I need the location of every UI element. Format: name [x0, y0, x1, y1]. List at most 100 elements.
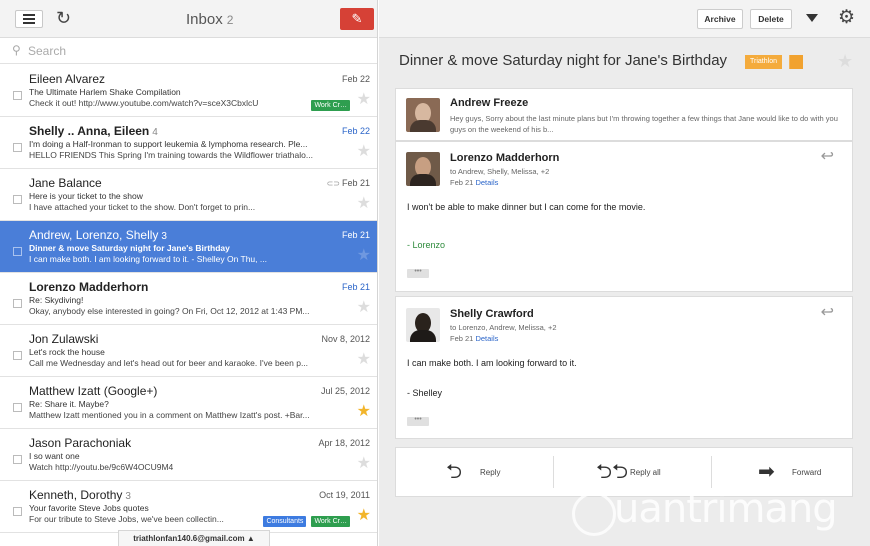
reply-label: Reply: [480, 468, 501, 477]
reply-icon: ⮌: [446, 461, 463, 483]
thread-count: 3: [161, 231, 167, 242]
inbox-unread-count: 2: [226, 13, 234, 27]
star-icon[interactable]: ★: [357, 456, 371, 472]
list-item[interactable]: Matthew Izatt (Google+) Jul 25, 2012 Re: S…: [0, 377, 377, 429]
select-checkbox[interactable]: [13, 247, 22, 256]
select-checkbox[interactable]: [13, 91, 22, 100]
star-icon[interactable]: ★: [357, 92, 371, 108]
message-date: Feb 22: [341, 74, 370, 84]
star-icon[interactable]: ★: [357, 352, 371, 368]
thread-count: 3: [125, 491, 131, 502]
message-body: I can make both. I am looking forward to…: [407, 358, 577, 368]
reply-all-label: Reply all: [630, 468, 661, 477]
star-icon[interactable]: ★: [357, 404, 371, 420]
search-icon: ⚲: [12, 43, 21, 57]
gear-icon[interactable]: ⚙: [838, 8, 855, 27]
message-subject: Let's rock the house: [29, 347, 105, 357]
list-item[interactable]: Lorenzo Madderhorn Feb 21 Re: Skydiving! Ok…: [0, 273, 377, 325]
list-item[interactable]: Shelly .. Anna, Eileen 4 Feb 22 I'm doing a…: [0, 117, 377, 169]
message-snippet: Hey guys, Sorry about the last minute pl…: [450, 114, 838, 134]
recipients: to Lorenzo, Andrew, Melissa, +2: [450, 323, 557, 332]
recipients: to Andrew, Shelly, Melissa, +2: [450, 167, 550, 176]
sender-name: Eileen Alvarez: [29, 72, 106, 86]
conversation-label[interactable]: Triathlon: [745, 55, 782, 69]
menu-icon[interactable]: [15, 10, 43, 28]
conversation-title: Dinner & move Saturday night for Jane's …: [399, 52, 728, 69]
message-list-pane: ↻ Inbox 2 ✎ ⚲ Search Eileen Alvarez Feb 22…: [0, 0, 378, 546]
star-icon[interactable]: ★: [357, 508, 371, 524]
collapsed-message[interactable]: Andrew Freeze Hey guys, Sorry about the …: [395, 88, 853, 141]
message-date: ⊂⊃ Feb 21: [326, 178, 370, 188]
select-checkbox[interactable]: [13, 351, 22, 360]
select-checkbox[interactable]: [13, 507, 22, 516]
list-item[interactable]: Jason Parachoniak Apr 18, 2012 I so want o…: [0, 429, 377, 481]
list-item[interactable]: Kenneth, Dorothy 3 Oct 19, 2011 Your favori…: [0, 481, 377, 533]
sender-name: Kenneth, Dorothy 3: [29, 488, 131, 502]
details-link[interactable]: Details: [475, 178, 498, 187]
avatar: [406, 308, 440, 342]
message-date: Nov 8, 2012: [321, 334, 370, 344]
list-item[interactable]: Jane Balance ⊂⊃ Feb 21 Here is your ticket …: [0, 169, 377, 221]
message-snippet: Check it out! http://www.youtube.com/wat…: [29, 98, 259, 108]
sender-name: Shelly .. Anna, Eileen 4: [29, 124, 158, 138]
message-date: Jul 25, 2012: [320, 386, 370, 396]
select-checkbox[interactable]: [13, 299, 22, 308]
star-icon[interactable]: ★: [837, 52, 853, 70]
select-checkbox[interactable]: [13, 455, 22, 464]
list-item[interactable]: Eileen Alvarez Feb 22 The Ultimate Harlem …: [0, 65, 377, 117]
forward-icon: ➡: [758, 461, 775, 483]
message-date: Feb 21: [450, 178, 474, 187]
star-icon[interactable]: ★: [357, 196, 371, 212]
select-checkbox[interactable]: [13, 143, 22, 152]
message-date: Feb 21: [450, 334, 474, 343]
message-snippet: I have attached your ticket to the show.…: [29, 202, 256, 212]
sender-name: Lorenzo Madderhorn: [29, 280, 149, 294]
message-subject: Here is your ticket to the show: [29, 191, 143, 201]
refresh-icon[interactable]: ↻: [56, 8, 71, 29]
label-remove-icon[interactable]: [789, 55, 803, 69]
list-toolbar: ↻ Inbox 2 ✎: [0, 0, 377, 38]
delete-button[interactable]: Delete: [750, 9, 792, 29]
sender-name: Matthew Izatt (Google+): [29, 384, 158, 398]
list-item[interactable]: Andrew, Lorenzo, Shelly 3 Feb 21 Dinner & m…: [0, 221, 377, 273]
sender-name: Jane Balance: [29, 176, 102, 190]
pencil-icon: ✎: [351, 11, 363, 26]
archive-button[interactable]: Archive: [697, 9, 743, 29]
message-date: Feb 21: [341, 282, 370, 292]
show-trimmed-content-button[interactable]: •••: [407, 268, 429, 278]
select-checkbox[interactable]: [13, 195, 22, 204]
star-icon[interactable]: ★: [357, 300, 371, 316]
thread-count: 4: [152, 127, 158, 138]
message-body: I won't be able to make dinner but I can…: [407, 202, 646, 212]
conversation-pane: Archive Delete ⚙ Dinner & move Saturday …: [379, 0, 870, 546]
select-checkbox[interactable]: [13, 403, 22, 412]
search-input[interactable]: ⚲ Search: [0, 38, 377, 64]
account-switcher[interactable]: triathlonfan140.6@gmail.com ▲: [118, 530, 270, 546]
list-item[interactable]: Jon Zulawski Nov 8, 2012 Let's rock the ho…: [0, 325, 377, 377]
reply-icon[interactable]: ↩: [821, 149, 834, 165]
show-trimmed-content-button[interactable]: •••: [407, 416, 429, 426]
star-icon[interactable]: ★: [357, 144, 371, 160]
sender-name: Andrew, Lorenzo, Shelly 3: [29, 228, 167, 242]
details-link[interactable]: Details: [475, 334, 498, 343]
message-snippet: Watch http://youtu.be/9c6W4OCU9M4: [29, 462, 174, 472]
message-snippet: HELLO FRIENDS This Spring I'm training t…: [29, 150, 313, 160]
message-signature: - Shelley: [407, 388, 443, 398]
message-snippet: I can make both. I am looking forward to…: [29, 254, 267, 264]
label-badge: Work Cr…: [311, 100, 350, 111]
message-snippet: Call me Wednesday and let's head out for…: [29, 358, 309, 368]
reply-icon[interactable]: ↩: [821, 305, 834, 321]
search-placeholder: Search: [28, 44, 67, 58]
message-subject: I'm doing a Half-Ironman to support leuk…: [29, 139, 308, 149]
message-subject: I so want one: [29, 451, 80, 461]
forward-label: Forward: [792, 468, 822, 477]
watermark-text: uantrimang: [614, 486, 838, 532]
more-dropdown-icon[interactable]: [806, 14, 818, 22]
message-subject: Re: Share it. Maybe?: [29, 399, 109, 409]
attachment-icon: ⊂⊃: [326, 179, 340, 188]
message-signature: - Lorenzo: [407, 240, 446, 250]
compose-button[interactable]: ✎: [340, 8, 374, 30]
star-icon[interactable]: ★: [357, 248, 371, 264]
reply-button[interactable]: ⮌ Reply: [396, 448, 548, 496]
avatar: [406, 152, 440, 186]
